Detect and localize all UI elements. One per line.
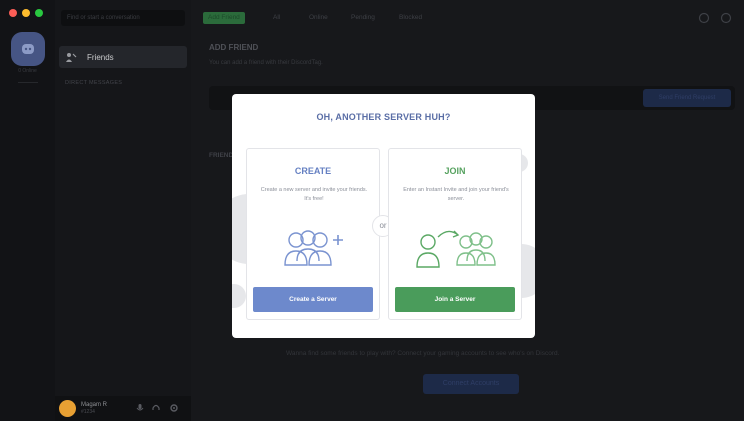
create-server-button[interactable]: Create a Server bbox=[253, 287, 373, 312]
send-friend-request-button[interactable]: Send Friend Request bbox=[643, 89, 731, 107]
join-card: JOIN Enter an Instant Invite and join yo… bbox=[388, 148, 522, 320]
tab-add-friend[interactable]: Add Friend bbox=[203, 12, 245, 24]
microphone-icon[interactable] bbox=[135, 403, 145, 413]
decor-circle bbox=[232, 284, 246, 308]
tab-blocked[interactable]: Blocked bbox=[399, 12, 422, 24]
tab-pending[interactable]: Pending bbox=[351, 12, 375, 24]
create-title: CREATE bbox=[294, 166, 332, 176]
add-friend-description: You can add a friend with their DiscordT… bbox=[209, 60, 323, 66]
search-input[interactable]: Find or start a conversation bbox=[61, 10, 185, 26]
gear-icon[interactable] bbox=[169, 403, 179, 413]
user-tag: #1234 bbox=[81, 409, 95, 415]
server-rail: 0 Online bbox=[0, 0, 55, 421]
join-title: JOIN bbox=[444, 166, 466, 176]
empty-state-text: Wanna find some friends to play with? Co… bbox=[286, 350, 560, 357]
create-description: Create a new server and invite your frie… bbox=[260, 187, 368, 202]
sidebar-item-friends[interactable]: Friends bbox=[59, 46, 187, 68]
avatar[interactable] bbox=[59, 400, 76, 417]
help-icon[interactable] bbox=[720, 12, 732, 24]
window-close-button[interactable] bbox=[9, 9, 17, 17]
window-zoom-button[interactable] bbox=[35, 9, 43, 17]
home-button[interactable] bbox=[11, 32, 45, 66]
new-group-dm-icon[interactable] bbox=[698, 12, 710, 24]
connect-accounts-button[interactable]: Connect Accounts bbox=[423, 374, 519, 394]
tab-all[interactable]: All bbox=[273, 12, 280, 24]
discord-logo-icon bbox=[22, 44, 34, 54]
user-panel: Magam R #1234 bbox=[55, 396, 191, 421]
sidebar-item-label: Friends bbox=[87, 52, 114, 62]
user-name: Magam R bbox=[81, 402, 108, 408]
create-card: CREATE Create a new server and invite yo… bbox=[246, 148, 380, 320]
modal-title: OH, ANOTHER SERVER HUH? bbox=[316, 112, 451, 122]
create-server-illustration-icon bbox=[284, 230, 343, 266]
friends-wave-icon bbox=[66, 53, 77, 62]
join-server-button[interactable]: Join a Server bbox=[395, 287, 515, 312]
server-modal: OH, ANOTHER SERVER HUH? CREATE Create a … bbox=[232, 94, 535, 338]
join-server-illustration-icon bbox=[416, 230, 496, 268]
tab-online[interactable]: Online bbox=[309, 12, 328, 24]
dm-header: DIRECT MESSAGES bbox=[65, 80, 123, 86]
rail-divider bbox=[18, 82, 38, 83]
headphones-icon[interactable] bbox=[151, 403, 161, 413]
channel-sidebar: Find or start a conversation Friends DIR… bbox=[55, 0, 191, 421]
online-count: 0 Online bbox=[18, 68, 37, 74]
add-friend-title: ADD FRIEND bbox=[209, 43, 259, 52]
join-description: Enter an Instant Invite and join your fr… bbox=[403, 187, 509, 202]
window-minimize-button[interactable] bbox=[22, 9, 30, 17]
